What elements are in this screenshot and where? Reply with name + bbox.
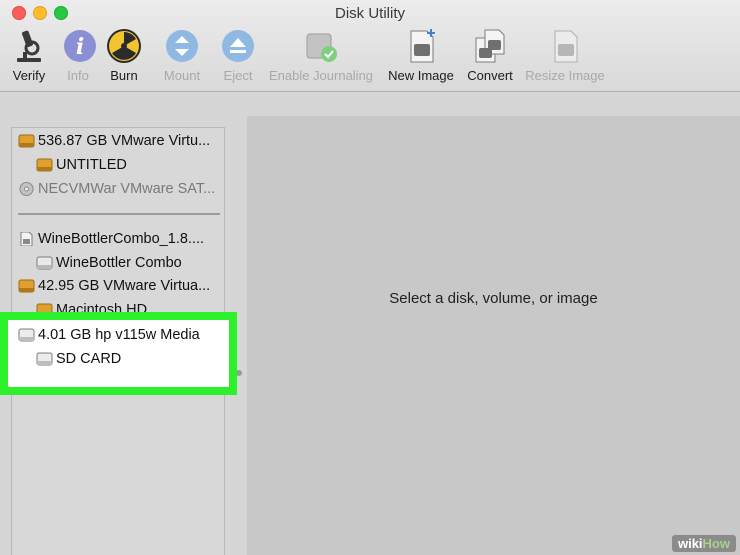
optical-disc-icon — [19, 182, 34, 196]
list-item-sd-card[interactable]: SD CARD — [36, 348, 121, 370]
volume-icon — [36, 158, 53, 172]
svg-text:i: i — [76, 34, 84, 60]
list-item-label: UNTITLED — [56, 157, 127, 173]
watermark-wiki: wiki — [677, 536, 703, 551]
eject-label: Eject — [223, 68, 253, 83]
list-item-disk-42gb[interactable]: 42.95 GB VMware Virtua... — [18, 275, 210, 297]
hard-disk-icon — [18, 279, 35, 293]
watermark-how: How — [702, 536, 730, 551]
list-item-winebottler-image[interactable]: WineBottlerCombo_1.8.... — [18, 228, 204, 250]
wikihow-watermark: wikiHow — [671, 535, 736, 552]
convert-button[interactable]: Convert — [465, 28, 515, 83]
new-image-icon — [410, 29, 435, 63]
burn-radiation-icon — [107, 29, 141, 63]
list-item-disk-536gb[interactable]: 536.87 GB VMware Virtu... — [18, 130, 210, 152]
verify-button[interactable]: Verify — [11, 28, 47, 83]
disk-image-icon — [20, 232, 33, 246]
microscope-icon — [17, 30, 41, 62]
mount-label: Mount — [163, 68, 201, 83]
titlebar: Disk Utility Verify i Info Burn Mount Ej… — [0, 0, 740, 92]
hard-disk-icon — [18, 134, 35, 148]
enable-journaling-button[interactable]: Enable Journaling — [266, 28, 376, 83]
burn-button[interactable]: Burn — [106, 28, 142, 83]
mount-button[interactable]: Mount — [160, 28, 204, 83]
list-item-label: 4.01 GB hp v115w Media — [38, 327, 200, 343]
eject-button[interactable]: Eject — [220, 28, 256, 83]
list-item-winebottler-volume[interactable]: WineBottler Combo — [36, 252, 182, 274]
new-image-button[interactable]: New Image — [386, 28, 456, 83]
usb-drive-icon — [18, 328, 35, 342]
eject-icon — [222, 30, 254, 62]
sidebar-separator — [18, 213, 220, 215]
convert-icon — [475, 29, 505, 63]
window-title: Disk Utility — [335, 5, 405, 22]
info-icon: i — [64, 30, 96, 62]
list-item-label: WineBottler Combo — [56, 255, 182, 271]
highlighted-selection-box: 4.01 GB hp v115w Media SD CARD — [0, 312, 237, 395]
list-item-label: 42.95 GB VMware Virtua... — [38, 278, 211, 294]
resize-image-icon — [554, 30, 578, 63]
list-item-volume-untitled[interactable]: UNTITLED — [36, 154, 127, 176]
empty-selection-message: Select a disk, volume, or image — [389, 290, 598, 307]
list-item-hp-usb-media[interactable]: 4.01 GB hp v115w Media — [18, 324, 200, 346]
convert-label: Convert — [467, 68, 513, 83]
list-item-label: WineBottlerCombo_1.8.... — [38, 231, 205, 247]
burn-label: Burn — [110, 68, 138, 83]
volume-icon — [36, 352, 53, 366]
disk-utility-window: Disk Utility Verify i Info Burn Mount Ej… — [0, 0, 740, 555]
detail-pane: Select a disk, volume, or image — [247, 116, 740, 555]
resize-image-label: Resize Image — [525, 68, 605, 83]
volume-icon — [36, 256, 53, 270]
new-image-label: New Image — [388, 68, 454, 83]
verify-label: Verify — [12, 68, 46, 83]
list-item-label: 536.87 GB VMware Virtu... — [38, 133, 211, 149]
resize-image-button[interactable]: Resize Image — [522, 28, 608, 83]
mount-icon — [166, 30, 198, 62]
journaling-icon — [306, 33, 337, 62]
info-label: Info — [67, 68, 89, 83]
info-button[interactable]: i Info — [62, 28, 96, 83]
list-item-label: SD CARD — [56, 351, 122, 367]
enable-journaling-label: Enable Journaling — [268, 68, 374, 83]
list-item-optical-drive[interactable]: NECVMWar VMware SAT... — [18, 178, 215, 200]
list-item-label: NECVMWar VMware SAT... — [38, 181, 216, 197]
